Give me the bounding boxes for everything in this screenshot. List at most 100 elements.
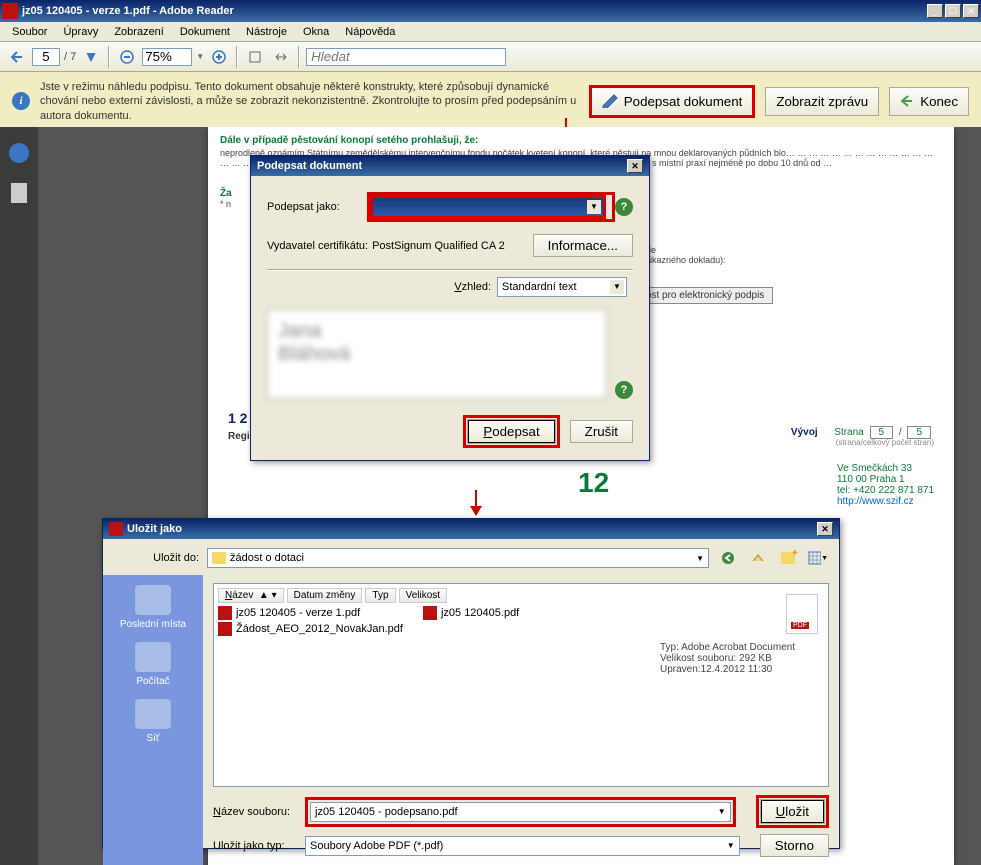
pages-panel-icon[interactable]: [11, 183, 27, 203]
zoom-input[interactable]: [142, 48, 192, 66]
separator: [108, 46, 110, 68]
back-arrow-icon: [900, 94, 914, 108]
menu-document[interactable]: Dokument: [172, 24, 238, 40]
sign-dialog-titlebar: Podepsat dokument ✕: [251, 156, 649, 176]
close-button[interactable]: ✕: [963, 4, 979, 18]
directory-name: žádost o dotaci: [230, 552, 304, 564]
signature-preview: JanaBláhová: [267, 309, 607, 399]
end-button-label: Konec: [920, 94, 958, 109]
end-button[interactable]: Konec: [889, 87, 969, 116]
recent-places-icon[interactable]: [135, 585, 171, 615]
zoom-in-button[interactable]: [208, 46, 230, 68]
sign-dialog-body: Podepsat jako: ▼ ? Vydavatel certifikátu…: [251, 176, 649, 460]
save-as-dialog: Uložit jako ✕ Uložit do: žádost o dotaci…: [102, 518, 840, 849]
sign-document-button[interactable]: Podepsat dokument: [589, 85, 756, 118]
view-menu-button[interactable]: ▼: [807, 547, 829, 569]
show-report-button[interactable]: Zobrazit zprávu: [765, 87, 879, 116]
network-label: Síť: [146, 733, 159, 744]
new-folder-button[interactable]: ✦: [777, 547, 799, 569]
pdf-icon: [218, 606, 232, 620]
col-type[interactable]: Typ: [365, 588, 395, 603]
computer-icon[interactable]: [135, 642, 171, 672]
page-number-input[interactable]: [32, 48, 60, 66]
sign-as-select[interactable]: ▼: [372, 197, 604, 217]
menu-help[interactable]: Nápověda: [337, 24, 403, 40]
pdf-icon: [109, 522, 123, 536]
look-label: VVzhled:zhled:: [454, 281, 491, 293]
menu-file[interactable]: Soubor: [4, 24, 55, 40]
search-input[interactable]: [306, 48, 506, 66]
zoom-out-button[interactable]: [116, 46, 138, 68]
recent-places-label: Poslední místa: [120, 619, 186, 630]
menubar: Soubor Úpravy Zobrazení Dokument Nástroj…: [0, 22, 981, 42]
year-fragment: 12: [578, 467, 609, 499]
doc-heading: Dále v případě pěstování konopí setého p…: [220, 135, 942, 146]
save-dialog-titlebar: Uložit jako ✕: [103, 519, 839, 539]
maximize-button[interactable]: ☐: [945, 4, 961, 18]
issuer-label: Vydavatel certifikátu:: [267, 240, 368, 252]
save-dialog-title: Uložit jako: [127, 523, 182, 535]
up-button[interactable]: [747, 547, 769, 569]
sign-as-label: Podepsat jako:: [267, 201, 367, 213]
file-item[interactable]: jz05 120405.pdf: [423, 605, 519, 621]
filetype-select[interactable]: Soubory Adobe PDF (*.pdf) ▼: [305, 836, 740, 856]
computer-label: Počítač: [136, 676, 169, 687]
sidebar: [0, 127, 38, 865]
col-name[interactable]: Název ▲ ▾: [218, 588, 284, 603]
col-size[interactable]: Velikost: [399, 588, 447, 603]
save-dialog-close-button[interactable]: ✕: [817, 522, 833, 536]
report-button-label: Zobrazit zprávu: [776, 94, 868, 109]
info-button[interactable]: Informace...: [533, 234, 633, 257]
info-panel-icon[interactable]: [9, 143, 29, 163]
menu-tools[interactable]: Nástroje: [238, 24, 295, 40]
sign-dialog: Podepsat dokument ✕ Podepsat jako: ▼ ? V…: [250, 155, 650, 461]
save-main-area: Název ▲ ▾ Datum změny Typ Velikost jz05 …: [203, 575, 839, 865]
file-item[interactable]: jz05 120405 - verze 1.pdf: [218, 605, 403, 621]
separator: [298, 46, 300, 68]
help-icon[interactable]: ?: [615, 198, 633, 216]
separator: [236, 46, 238, 68]
menu-window[interactable]: Okna: [295, 24, 337, 40]
file-list[interactable]: Název ▲ ▾ Datum změny Typ Velikost jz05 …: [213, 583, 829, 787]
prev-page-button[interactable]: [6, 46, 28, 68]
pdf-icon: [218, 622, 232, 636]
sign-dialog-close-button[interactable]: ✕: [627, 159, 643, 173]
help-icon[interactable]: ?: [615, 381, 633, 399]
sign-ok-button[interactable]: PPodepsatodepsat: [468, 420, 554, 443]
issuer-value: PostSignum Qualified CA 2: [372, 240, 533, 252]
network-icon[interactable]: [135, 699, 171, 729]
cancel-save-button[interactable]: Storno: [760, 834, 829, 857]
fit-page-button[interactable]: [244, 46, 266, 68]
filename-label: Název souboru:: [213, 806, 299, 818]
save-button[interactable]: Uložit: [761, 800, 824, 823]
next-page-button[interactable]: [80, 46, 102, 68]
signature-notification-bar: i Jste v režimu náhledu podpisu. Tento d…: [0, 72, 981, 132]
filename-input[interactable]: jz05 120405 - podepsano.pdf ▼: [310, 802, 731, 822]
look-value: Standardní text: [502, 281, 577, 293]
notification-text: Jste v režimu náhledu podpisu. Tento dok…: [40, 80, 579, 123]
window-controls: _ ☐ ✕: [927, 4, 979, 18]
pdf-icon: [2, 3, 18, 19]
info-icon: i: [12, 92, 30, 110]
pdf-large-icon: [786, 594, 818, 634]
menu-view[interactable]: Zobrazení: [106, 24, 172, 40]
arrow-annotation: [475, 490, 477, 514]
pdf-icon: [423, 606, 437, 620]
window-title: jz05 120405 - verze 1.pdf - Adobe Reader: [22, 5, 927, 17]
sign-cancel-button[interactable]: Zrušit: [570, 420, 633, 443]
col-date[interactable]: Datum změny: [287, 588, 363, 603]
pen-icon: [602, 94, 618, 108]
back-button[interactable]: [717, 547, 739, 569]
menu-edit[interactable]: Úpravy: [55, 24, 106, 40]
page-footer-right: Vývoj Strana 5 / 5 (strana/celkový počet…: [791, 427, 934, 447]
fit-width-button[interactable]: [270, 46, 292, 68]
minimize-button[interactable]: _: [927, 4, 943, 18]
look-select[interactable]: Standardní text ▼: [497, 277, 627, 297]
folder-icon: [212, 552, 226, 564]
file-item[interactable]: Žádost_AEO_2012_NovakJan.pdf: [218, 621, 403, 637]
toolbar: / 7 ▼: [0, 42, 981, 72]
save-to-label: Uložit do:: [113, 552, 199, 564]
sign-dialog-title: Podepsat dokument: [257, 160, 362, 172]
directory-select[interactable]: žádost o dotaci ▼: [207, 548, 709, 568]
titlebar: jz05 120405 - verze 1.pdf - Adobe Reader…: [0, 0, 981, 22]
